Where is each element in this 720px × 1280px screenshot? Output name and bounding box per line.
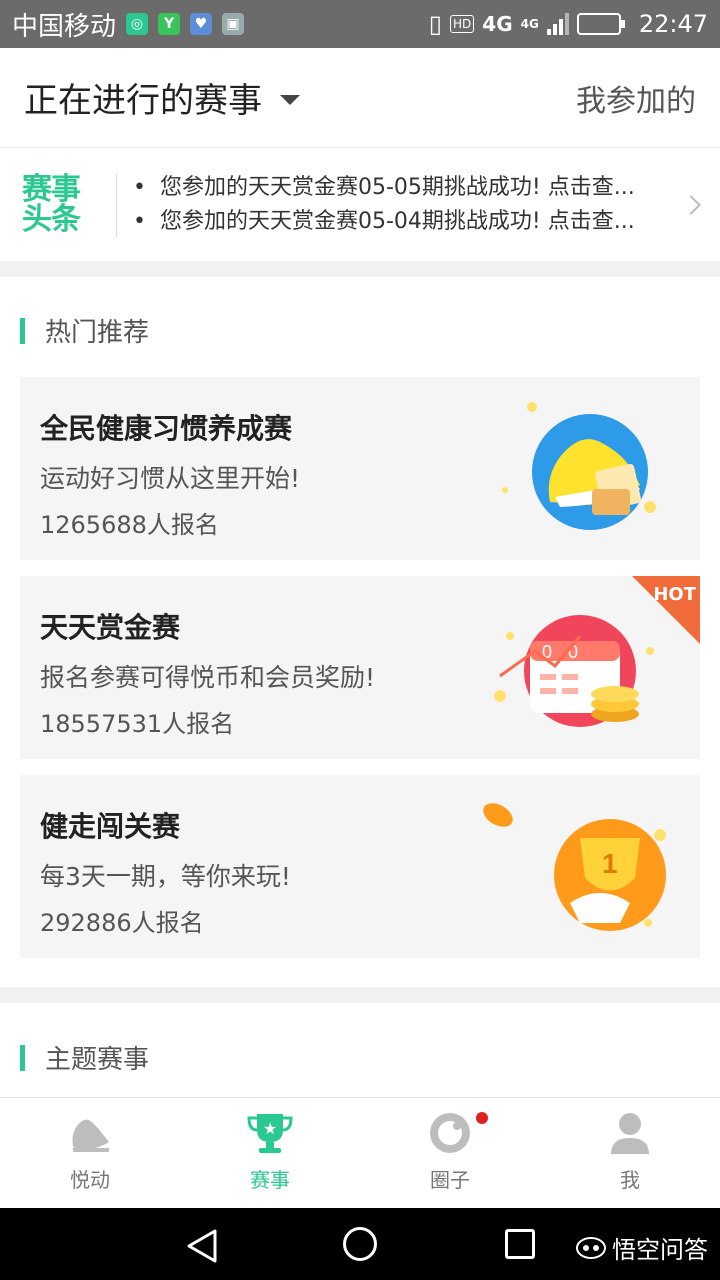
dropdown-caret-icon[interactable] (280, 94, 300, 105)
network-type-2: 4G (520, 17, 539, 31)
card-count: 18557531人报名 (40, 710, 235, 738)
watermark: 悟空问答 (576, 1230, 708, 1265)
competition-card-health[interactable]: 全民健康习惯养成赛 运动好习惯从这里开始! 1265688人报名 (20, 377, 700, 560)
bottom-tab-bar: 悦动 ★ 赛事 圈子 我 (0, 1097, 720, 1208)
trophy-icon: ★ (247, 1114, 293, 1153)
section-title-hot: 热门推荐 (20, 312, 149, 349)
svg-text:1: 1 (602, 848, 618, 879)
tab-events[interactable]: ★ 赛事 (180, 1098, 360, 1208)
health-notification-icon: ♥ (190, 13, 213, 35)
system-nav-bar: 悟空问答 (0, 1208, 720, 1280)
chevron-right-icon[interactable] (681, 195, 701, 215)
tab-label: 悦动 (70, 1168, 110, 1192)
competition-card-walk[interactable]: 健走闯关赛 每3天一期，等你来玩! 292886人报名 1 (20, 775, 700, 958)
circle-icon (430, 1113, 470, 1153)
card-desc: 报名参赛可得悦币和会员奖励! (40, 663, 376, 692)
wukong-logo-icon (576, 1236, 606, 1259)
trophy-illustration-icon: 1 (483, 803, 666, 931)
section-marker (20, 1044, 25, 1071)
watermark-text: 悟空问答 (612, 1236, 708, 1264)
section-gap (0, 261, 720, 277)
notification-icons: ◎ Y ♥ ▣ (126, 13, 245, 35)
card-title: 天天赏金赛 (40, 611, 181, 644)
news-list: 您参加的天天赏金赛05-05期挑战成功! 点击查... 您参加的天天赏金赛05-… (133, 171, 668, 239)
news-item[interactable]: 您参加的天天赏金赛05-05期挑战成功! 点击查... (133, 171, 668, 205)
recents-icon[interactable] (505, 1229, 535, 1259)
news-item[interactable]: 您参加的天天赏金赛05-04期挑战成功! 点击查... (133, 205, 668, 239)
home-icon[interactable] (343, 1227, 377, 1261)
user-icon (611, 1113, 649, 1154)
section-gap (0, 987, 720, 1003)
vibrate-icon: ▯ (428, 10, 443, 38)
status-bar: 中国移动 ◎ Y ♥ ▣ ▯ HD 4G 4G 22:47 (0, 0, 720, 48)
card-desc: 运动好习惯从这里开始! (40, 464, 301, 493)
hd-icon: HD (450, 15, 475, 33)
section-marker (20, 317, 25, 344)
app-y-notification-icon: Y (158, 13, 181, 35)
tab-yuedong[interactable]: 悦动 (0, 1098, 180, 1208)
my-joined-link[interactable]: 我参加的 (576, 76, 696, 120)
card-count: 1265688人报名 (40, 511, 219, 539)
tab-me[interactable]: 我 (540, 1098, 720, 1208)
app-notification-icon: ◎ (126, 13, 149, 35)
carrier-label: 中国移动 (12, 11, 117, 42)
clock: 22:47 (638, 10, 708, 38)
battery-icon (576, 13, 625, 35)
tab-label: 圈子 (430, 1168, 470, 1192)
section-title-text: 主题赛事 (45, 1045, 150, 1075)
news-logo-line1: 赛事 (22, 172, 81, 207)
hot-badge-text: HOT (653, 584, 696, 605)
news-logo: 赛事 头条 (22, 175, 100, 235)
signal-icon (546, 13, 569, 35)
page-title[interactable]: 正在进行的赛事 (24, 73, 262, 122)
card-title: 健走闯关赛 (40, 810, 181, 843)
competition-card-bounty[interactable]: 天天赏金赛 报名参赛可得悦币和会员奖励! 18557531人报名 0 0 HOT (20, 576, 700, 759)
image-notification-icon: ▣ (222, 13, 245, 35)
news-banner[interactable]: 赛事 头条 您参加的天天赏金赛05-05期挑战成功! 点击查... 您参加的天天… (0, 149, 720, 261)
tab-label: 我 (620, 1168, 640, 1192)
news-logo-line2: 头条 (22, 202, 81, 237)
page-header: 正在进行的赛事 我参加的 (0, 48, 720, 148)
sneaker-illustration-icon (502, 402, 656, 530)
notification-dot (476, 1112, 488, 1124)
card-count: 292886人报名 (40, 909, 204, 937)
divider (116, 173, 117, 237)
back-icon[interactable] (185, 1228, 219, 1264)
card-desc: 每3天一期，等你来玩! (40, 862, 291, 891)
card-title: 全民健康习惯养成赛 (40, 412, 293, 445)
network-type: 4G (482, 12, 513, 36)
section-title-text: 热门推荐 (45, 318, 150, 348)
section-title-theme: 主题赛事 (20, 1039, 149, 1076)
shoe-icon (72, 1119, 109, 1152)
tab-label: 赛事 (250, 1168, 290, 1192)
tab-circle[interactable]: 圈子 (360, 1098, 540, 1208)
svg-text:★: ★ (263, 1119, 277, 1138)
